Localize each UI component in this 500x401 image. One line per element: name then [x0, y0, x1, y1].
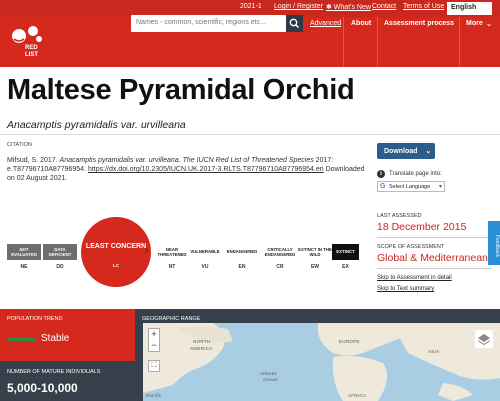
- download-label: Download: [384, 148, 418, 155]
- nav-assessment-process[interactable]: Assessment process: [384, 20, 454, 27]
- mature-individuals-value: 5,000-10,000: [7, 381, 78, 395]
- nav-divider: [343, 17, 344, 67]
- whats-new-link[interactable]: ✱ What's New: [326, 3, 371, 11]
- nav-divider: [459, 17, 460, 67]
- feedback-tab[interactable]: Feedback: [488, 221, 500, 265]
- search-input[interactable]: Names - common, scientific, regions etc.…: [131, 15, 286, 32]
- fullscreen-button[interactable]: ⛶: [148, 360, 160, 372]
- download-button[interactable]: Download ⌄: [377, 143, 435, 159]
- page: 2021-1 Login / Register ✱ What's New Con…: [0, 0, 500, 401]
- nav-more[interactable]: More: [466, 20, 483, 27]
- select-language-label: Select Language: [389, 184, 431, 190]
- population-trend-panel: POPULATION TREND Stable: [0, 309, 135, 361]
- citation-list-name: The IUCN Red List of Threatened Species: [182, 157, 314, 164]
- search-icon: [289, 18, 299, 28]
- category-ne: NOT EVALUATED: [7, 244, 41, 260]
- category-abbr-vu: VU: [201, 264, 209, 270]
- scientific-name: Anacamptis pyramidalis var. urvilleana: [7, 119, 186, 131]
- map-label-asia: ASIA: [428, 349, 440, 354]
- search-button[interactable]: [286, 15, 303, 32]
- population-trend-heading: POPULATION TREND: [7, 316, 63, 322]
- nav-about[interactable]: About: [351, 20, 371, 27]
- chevron-down-icon: ⌄: [486, 21, 492, 28]
- chevron-down-icon: ⌄: [425, 148, 432, 155]
- citation-author: Mifsud, S. 2017.: [7, 157, 60, 164]
- category-dd: DATA DEFICIENT: [43, 244, 77, 260]
- layers-button[interactable]: [475, 330, 493, 348]
- category-lc-label: LEAST CONCERN: [85, 243, 147, 250]
- map-label-atlantic: Atlantic: [260, 371, 278, 376]
- map-zoom-control[interactable]: + −: [148, 328, 160, 352]
- advanced-search-link[interactable]: Advanced: [310, 20, 341, 27]
- language-selector[interactable]: G Select Language ▾: [377, 181, 445, 192]
- range-map[interactable]: NORTH AMERICA EUROPE ASIA Atlantic Ocean…: [143, 323, 500, 401]
- chevron-right-icon: ›: [145, 245, 149, 256]
- language-select[interactable]: English ▾: [447, 2, 492, 15]
- google-icon: G: [380, 183, 386, 190]
- divider: [377, 268, 492, 269]
- citation-heading: CITATION: [7, 142, 32, 148]
- divider: [377, 237, 492, 238]
- map-landmasses: [143, 323, 500, 401]
- category-abbr-en: EN: [238, 264, 246, 270]
- category-ew: EXTINCT IN THE WILD: [298, 244, 332, 260]
- red-list-logo[interactable]: RED LIST: [8, 22, 46, 60]
- category-vu: VULNERABLE: [187, 244, 223, 260]
- map-label-ocean: Ocean: [263, 377, 278, 382]
- svg-text:RED: RED: [25, 45, 38, 51]
- translate-label: Translate page into:: [389, 171, 442, 177]
- mature-individuals-heading: NUMBER OF MATURE INDIVIDUALS: [7, 369, 101, 375]
- citation-species: Anacamptis pyramidalis var. urvilleana: [59, 157, 179, 164]
- map-label-pacific: Pacific: [146, 393, 162, 398]
- zoom-in-button[interactable]: +: [149, 329, 159, 340]
- scope-heading: SCOPE OF ASSESSMENT: [377, 244, 445, 250]
- info-icon: i: [377, 170, 385, 178]
- map-label-europe: EUROPE: [339, 339, 360, 344]
- category-lc-abbr: LC: [113, 263, 119, 268]
- citation-text: Mifsud, S. 2017. Anacamptis pyramidalis …: [7, 156, 365, 183]
- category-en: ENDANGERED: [223, 244, 261, 260]
- category-nt: NEAR THREATENED: [155, 244, 189, 260]
- category-abbr-ew: EW: [310, 264, 320, 270]
- trend-stable-bar: [7, 338, 35, 341]
- category-abbr-dd: DD: [56, 264, 64, 270]
- map-label-north: NORTH: [193, 339, 211, 344]
- login-link[interactable]: Login / Register: [274, 3, 323, 10]
- language-label: English: [451, 4, 477, 11]
- population-trend-value: Stable: [41, 333, 70, 344]
- contact-link[interactable]: Contact: [372, 3, 396, 10]
- caret-down-icon: ▾: [438, 184, 442, 190]
- chevron-down-icon: ▾: [484, 4, 488, 11]
- category-cr: CRITICALLY ENDANGERED: [261, 244, 299, 260]
- skip-text-link[interactable]: Skip to Text summary: [377, 286, 434, 292]
- category-abbr-cr: CR: [276, 264, 284, 270]
- last-assessed-heading: LAST ASSESSED: [377, 213, 422, 219]
- map-label-africa: AFRICA: [348, 393, 367, 398]
- category-abbr-ex: EX: [342, 264, 349, 270]
- layers-icon: [477, 334, 491, 346]
- nav-divider: [377, 17, 378, 67]
- citation-doi-link[interactable]: https://dx.doi.org/10.2305/IUCN.UK.2017-…: [88, 166, 324, 173]
- zoom-out-button[interactable]: −: [149, 340, 159, 351]
- category-abbr-ne: NE: [20, 264, 28, 270]
- page-title: Maltese Pyramidal Orchid: [7, 74, 355, 106]
- divider: [0, 134, 500, 135]
- scope-value: Global & Mediterranean: [377, 252, 488, 264]
- skip-assessment-link[interactable]: Skip to Assessment in detail: [377, 275, 452, 281]
- category-ex: EXTINCT: [332, 244, 359, 260]
- last-assessed-value: 18 December 2015: [377, 221, 467, 233]
- fullscreen-icon: ⛶: [151, 362, 157, 369]
- version-label: 2021-1: [240, 3, 262, 10]
- svg-text:LIST: LIST: [25, 52, 38, 58]
- geographic-range-heading: GEOGRAPHIC RANGE: [142, 316, 201, 322]
- mature-individuals-panel: NUMBER OF MATURE INDIVIDUALS 5,000-10,00…: [0, 361, 135, 401]
- map-label-america: AMERICA: [190, 346, 213, 351]
- category-abbr-nt: NT: [168, 264, 176, 270]
- terms-link[interactable]: Terms of Use: [403, 3, 444, 10]
- category-lc-current: LEAST CONCERN LC: [81, 217, 151, 287]
